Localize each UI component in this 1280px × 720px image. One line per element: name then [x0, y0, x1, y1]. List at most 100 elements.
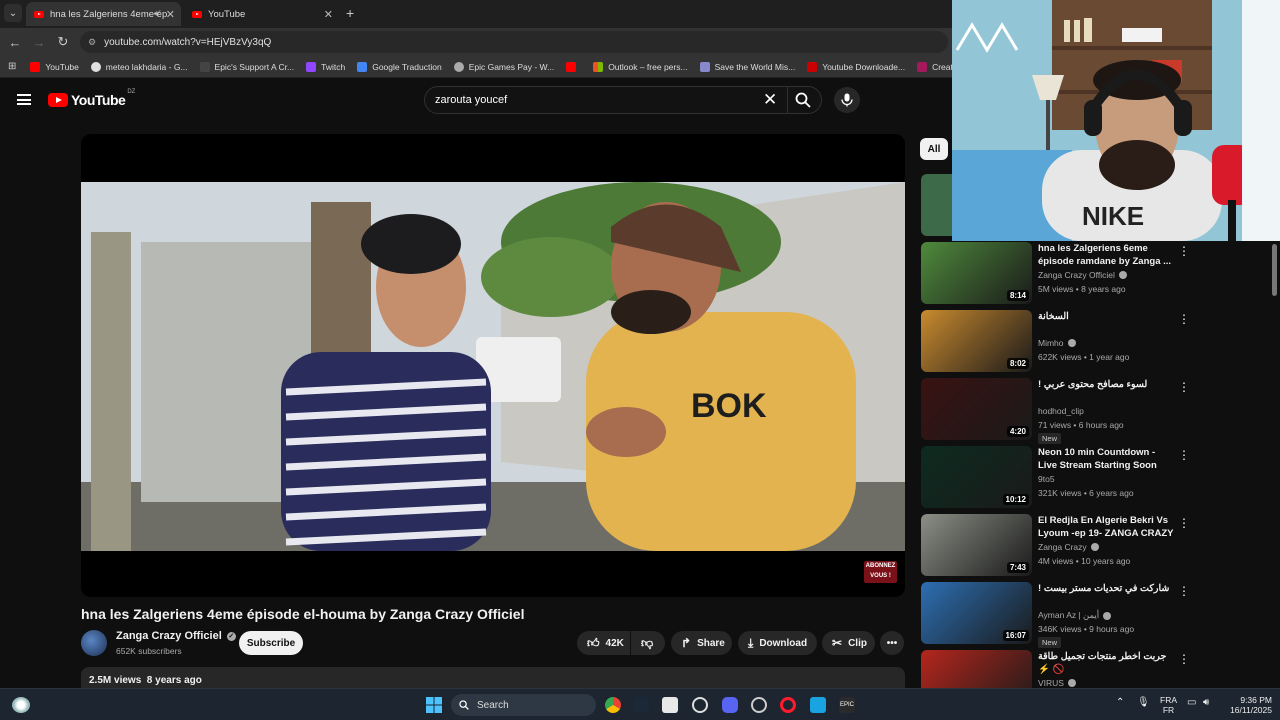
recommendation-item[interactable]: 7:43 El Redjla En Algerie Bekri Vs Lyoum …: [921, 514, 1191, 576]
more-vertical-icon[interactable]: ⋮: [1178, 380, 1190, 394]
recommendation-item[interactable]: 8:14 hna les Zalgeriens 6eme épisode ramd…: [921, 242, 1191, 304]
chip-all[interactable]: All: [920, 138, 948, 160]
tray-chevron-icon[interactable]: ⌃: [1116, 698, 1124, 708]
app-taskbar-icon-3[interactable]: [810, 697, 826, 713]
recommendation-channel-text: Zanga Crazy Officiel: [1038, 270, 1115, 280]
clear-search-icon[interactable]: ✕: [763, 90, 777, 110]
clock[interactable]: 9:36 PM 16/11/2025: [1224, 695, 1272, 715]
windows-start-icon[interactable]: [426, 697, 442, 713]
recommendation-thumbnail[interactable]: 4:20: [921, 378, 1032, 440]
bookmark-youtube[interactable]: YouTube: [30, 61, 79, 72]
like-button[interactable]: 👍︎ 42K: [577, 631, 630, 655]
more-actions-button[interactable]: •••: [880, 631, 904, 655]
download-button[interactable]: ⤓ Download: [738, 631, 817, 655]
recommendation-thumbnail[interactable]: 8:14: [921, 242, 1032, 304]
bookmark-create-store[interactable]: Create a Store, Sca: [917, 61, 952, 72]
recommendation-channel[interactable]: VIRUS: [1038, 678, 1076, 688]
recommendation-title[interactable]: Neon 10 min Countdown - Live Stream Star…: [1038, 446, 1176, 472]
recommendation-item[interactable]: 16:07 ! شاركت في تحديات مستر بيست Ayman Az…: [921, 582, 1191, 648]
volume-icon[interactable]: 🔊︎: [1203, 698, 1209, 708]
video-player[interactable]: BOK ABONNEZ VOUS !: [81, 134, 905, 597]
recommendation-item[interactable]: 4:20 ! لسوء مصافح محتوى عربي hodhod_clip 71…: [921, 378, 1191, 444]
share-button[interactable]: ↱ Share: [671, 631, 732, 655]
bookmark-twitch[interactable]: Twitch: [306, 61, 345, 72]
site-info-icon[interactable]: ⚙: [88, 37, 96, 48]
close-tab-icon[interactable]: ✕: [166, 8, 175, 21]
clip-button[interactable]: ✂ Clip: [822, 631, 875, 655]
tab-video[interactable]: hna les Zalgeriens 4eme ép 🔊︎ ✕: [26, 2, 181, 26]
chatgpt-taskbar-icon[interactable]: [692, 697, 708, 713]
recommendation-item[interactable]: 8:02 السخانة Mimho 622K views • 1 year ago ⋮: [921, 310, 1191, 372]
bookmark-save-the-world[interactable]: Save the World Mis...: [699, 61, 795, 72]
recommendation-thumbnail[interactable]: 8:02: [921, 310, 1032, 372]
recommendation-title[interactable]: ! لسوء مصافح محتوى عربي: [1038, 378, 1176, 391]
channel-avatar[interactable]: [81, 630, 107, 656]
scrollbar-thumb[interactable]: [1272, 244, 1277, 296]
speaker-icon[interactable]: 🔊︎: [154, 9, 159, 19]
bookmark-youtube-downloader[interactable]: Youtube Downloade...: [807, 61, 905, 72]
more-vertical-icon[interactable]: ⋮: [1178, 584, 1190, 598]
chrome-taskbar-icon[interactable]: [605, 697, 621, 713]
bookmark-youtube-2[interactable]: [566, 61, 581, 72]
youtube-logo[interactable]: YouTube DZ: [48, 89, 135, 108]
discord-taskbar-icon[interactable]: [722, 697, 738, 713]
back-icon[interactable]: ←: [3, 35, 27, 50]
reload-icon[interactable]: ↻: [51, 34, 75, 50]
recommendation-title[interactable]: السخانة: [1038, 310, 1176, 323]
tab-search-dropdown-icon[interactable]: ⌄: [4, 4, 22, 22]
tab-youtube[interactable]: YouTube ✕: [184, 2, 339, 26]
recommendation-thumbnail[interactable]: 7:43: [921, 514, 1032, 576]
bookmark-meteo[interactable]: meteo lakhdaria - G...: [90, 61, 188, 72]
more-vertical-icon[interactable]: ⋮: [1178, 312, 1190, 326]
voice-search-button[interactable]: [834, 87, 860, 113]
more-vertical-icon[interactable]: ⋮: [1178, 448, 1190, 462]
dislike-button[interactable]: 👎︎: [631, 631, 665, 655]
webcam-image: NIKE: [952, 0, 1280, 241]
recommendation-title[interactable]: ! شاركت في تحديات مستر بيست: [1038, 582, 1176, 595]
page-scrollbar[interactable]: [1270, 242, 1280, 688]
language-indicator[interactable]: FRA FR: [1160, 695, 1177, 715]
recommendation-title[interactable]: hna les Zalgeriens 6eme épisode ramdane …: [1038, 242, 1176, 268]
video-frame[interactable]: BOK: [81, 182, 905, 551]
menu-icon[interactable]: [17, 94, 31, 105]
search-icon[interactable]: [795, 92, 811, 108]
more-vertical-icon[interactable]: ⋮: [1178, 516, 1190, 530]
more-vertical-icon[interactable]: ⋮: [1178, 652, 1190, 666]
recommendation-channel[interactable]: Zanga Crazy: [1038, 542, 1099, 552]
channel-name[interactable]: Zanga Crazy Officiel ✓: [116, 630, 236, 642]
microphone-tray-icon[interactable]: 🎙︎: [1137, 698, 1150, 708]
bookmark-epic-pay[interactable]: Epic Games Pay - W...: [453, 61, 554, 72]
opera-taskbar-icon[interactable]: [780, 697, 796, 713]
url-field[interactable]: ⚙ youtube.com/watch?v=HEjVBzVy3qQ: [80, 31, 948, 53]
apps-grid-icon[interactable]: ⊞: [8, 61, 16, 72]
forward-icon[interactable]: →: [27, 35, 51, 50]
recommendation-channel[interactable]: 9to5: [1038, 474, 1055, 484]
new-tab-icon[interactable]: +: [346, 5, 354, 21]
recommendation-channel[interactable]: Ayman Az | أيمن: [1038, 610, 1112, 621]
search-input[interactable]: zarouta youcef: [435, 94, 507, 106]
recommendation-thumbnail[interactable]: 10:12: [921, 446, 1032, 508]
bookmark-outlook[interactable]: Outlook – free pers...: [593, 61, 688, 72]
app-taskbar-icon-2[interactable]: [751, 697, 767, 713]
widgets-weather-icon[interactable]: [12, 697, 30, 713]
subscribe-button[interactable]: Subscribe: [239, 631, 303, 655]
bookmark-epic-support[interactable]: Epic's Support A Cr...: [199, 61, 294, 72]
app-taskbar-icon[interactable]: [662, 697, 678, 713]
search-box[interactable]: zarouta youcef ✕: [424, 86, 822, 114]
recommendation-thumbnail[interactable]: 16:07: [921, 582, 1032, 644]
recommendation-title[interactable]: جربت اخطر منتجات تجميل طاقة ⚡ 🚫: [1038, 650, 1176, 676]
taskbar-search[interactable]: Search: [451, 694, 596, 716]
bookmark-google-traduction[interactable]: Google Traduction: [357, 61, 442, 72]
network-icon[interactable]: ▭: [1187, 698, 1196, 708]
recommendation-item[interactable]: 10:12 Neon 10 min Countdown - Live Stream…: [921, 446, 1191, 508]
recommendation-channel[interactable]: Zanga Crazy Officiel: [1038, 270, 1127, 280]
epic-games-taskbar-icon[interactable]: EPIC: [839, 697, 855, 713]
recommendation-channel[interactable]: Mimho: [1038, 338, 1076, 348]
steam-taskbar-icon[interactable]: [633, 697, 649, 713]
recommendation-thumbnail-partial[interactable]: [921, 174, 953, 236]
recommendation-channel[interactable]: hodhod_clip: [1038, 406, 1084, 416]
recommendation-title[interactable]: El Redjla En Algerie Bekri Vs Lyoum -ep …: [1038, 514, 1176, 541]
close-tab-icon[interactable]: ✕: [324, 8, 333, 21]
more-vertical-icon[interactable]: ⋮: [1178, 244, 1190, 258]
subscribe-watermark[interactable]: ABONNEZ VOUS !: [864, 561, 897, 583]
